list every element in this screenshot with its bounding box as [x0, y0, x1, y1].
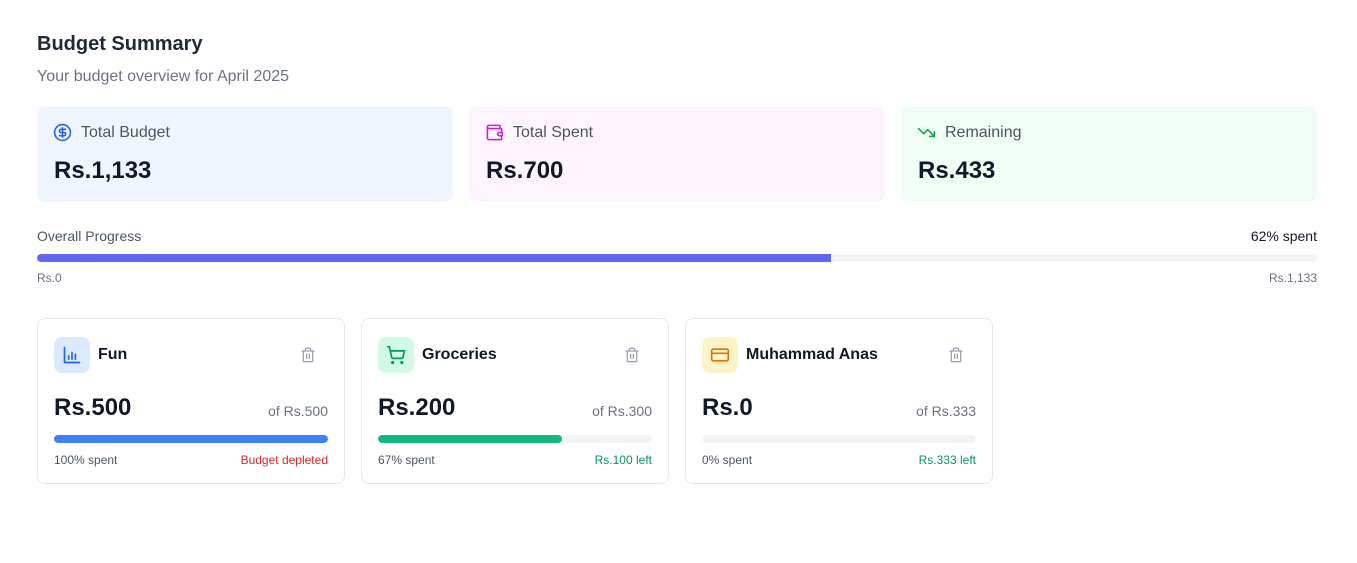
category-percent: 67% spent — [378, 453, 435, 467]
category-spent: Rs.200 — [378, 394, 456, 421]
category-card-groceries: Groceries Rs.200 of Rs.300 67% spent Rs.… — [361, 318, 669, 484]
category-status: Rs.333 left — [918, 453, 976, 467]
category-status: Budget depleted — [240, 453, 328, 467]
category-icon-box — [378, 337, 414, 373]
bar-chart-icon — [62, 345, 82, 365]
category-icon-box — [702, 337, 738, 373]
overall-progress-bar — [37, 254, 1317, 262]
category-progress-bar — [702, 435, 976, 443]
total-budget-value: Rs.1,133 — [54, 157, 152, 184]
category-card-fun: Fun Rs.500 of Rs.500 100% spent Budget d… — [37, 318, 345, 484]
overall-progress-fill — [37, 254, 831, 262]
total-spent-value: Rs.700 — [486, 157, 564, 184]
total-budget-label: Total Budget — [81, 123, 170, 141]
trash-icon — [624, 347, 640, 363]
page-subtitle: Your budget overview for April 2025 — [37, 68, 290, 85]
category-spent: Rs.0 — [702, 394, 753, 421]
remaining-label: Remaining — [945, 123, 1022, 141]
shopping-cart-icon — [386, 345, 406, 365]
overall-progress-min: Rs.0 — [37, 271, 62, 285]
dollar-circle-icon — [53, 123, 72, 142]
remaining-value: Rs.433 — [918, 157, 996, 184]
category-progress-fill — [54, 435, 328, 443]
total-spent-card: Total Spent Rs.700 — [469, 106, 885, 202]
category-spent: Rs.500 — [54, 394, 132, 421]
category-budget: of Rs.300 — [592, 403, 652, 419]
trash-icon — [948, 347, 964, 363]
category-progress-bar — [54, 435, 328, 443]
trash-icon — [300, 347, 316, 363]
category-percent: 0% spent — [702, 453, 753, 467]
delete-category-button[interactable] — [300, 347, 316, 363]
page-title: Budget Summary — [37, 33, 203, 55]
overall-progress-label: Overall Progress — [37, 228, 142, 244]
category-icon-box — [54, 337, 90, 373]
trending-down-icon — [917, 123, 936, 142]
delete-category-button[interactable] — [624, 347, 640, 363]
overall-progress-max: Rs.1,133 — [1268, 271, 1317, 285]
remaining-card: Remaining Rs.433 — [901, 106, 1317, 202]
category-name: Fun — [98, 346, 128, 363]
credit-card-icon — [710, 345, 730, 365]
category-budget: of Rs.333 — [916, 403, 976, 419]
category-progress-bar — [378, 435, 652, 443]
total-spent-label: Total Spent — [513, 123, 594, 141]
wallet-icon — [485, 123, 504, 142]
category-name: Muhammad Anas — [746, 346, 878, 363]
total-budget-card: Total Budget Rs.1,133 — [37, 106, 453, 202]
overall-progress-percent: 62% spent — [1250, 228, 1317, 244]
category-budget: of Rs.500 — [268, 403, 328, 419]
category-name: Groceries — [422, 346, 497, 363]
category-progress-fill — [378, 435, 562, 443]
delete-category-button[interactable] — [948, 347, 964, 363]
category-status: Rs.100 left — [594, 453, 652, 467]
category-card-muhammad-anas: Muhammad Anas Rs.0 of Rs.333 0% spent Rs… — [685, 318, 993, 484]
category-percent: 100% spent — [54, 453, 118, 467]
